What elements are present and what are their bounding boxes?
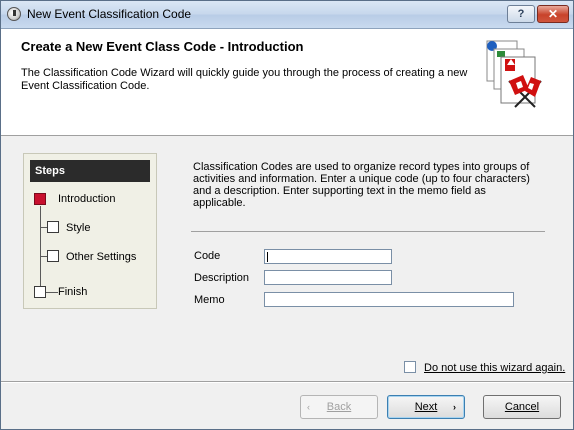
window-title: New Event Classification Code [27, 7, 192, 21]
step-finish-marker [34, 286, 46, 298]
description-field[interactable] [264, 270, 392, 285]
content-divider [191, 231, 545, 232]
title-bar: New Event Classification Code ? ✕ [1, 1, 573, 29]
step-introduction-marker [34, 193, 46, 205]
close-button[interactable]: ✕ [537, 5, 569, 23]
memo-field[interactable] [264, 292, 514, 307]
page-description: The Classification Code Wizard will quic… [21, 67, 468, 92]
back-button[interactable]: ‹ Back [300, 395, 378, 419]
step-introduction: Introduction [58, 193, 116, 205]
step-other-settings-marker [47, 250, 59, 262]
step-style: Style [66, 222, 91, 234]
text-caret [267, 252, 268, 262]
app-clock-icon [7, 7, 21, 21]
steps-connector [40, 206, 41, 293]
dont-use-wizard-label[interactable]: Do not use this wizard again. [424, 362, 565, 374]
next-arrow-icon: › [453, 402, 456, 412]
code-field[interactable] [264, 249, 392, 264]
steps-panel: Steps Introduction Style Other Settings … [23, 153, 157, 309]
description-label: Description [194, 272, 250, 284]
step-other-settings: Other Settings [66, 251, 137, 263]
event-flags-icon [486, 40, 542, 108]
wizard-header: Create a New Event Class Code - Introduc… [1, 29, 573, 136]
steps-heading: Steps [30, 160, 150, 182]
step-style-marker [47, 221, 59, 233]
page-title: Create a New Event Class Code - Introduc… [21, 39, 304, 54]
help-button[interactable]: ? [507, 5, 535, 23]
cancel-button[interactable]: Cancel [483, 395, 561, 419]
next-button[interactable]: Next › [387, 395, 465, 419]
back-arrow-icon: ‹ [307, 402, 310, 412]
dont-use-wizard-checkbox[interactable] [404, 361, 416, 373]
memo-label: Memo [194, 294, 225, 306]
wizard-window: New Event Classification Code ? ✕ Create… [0, 0, 574, 430]
code-label: Code [194, 250, 221, 262]
step-finish: Finish [58, 286, 88, 298]
instructions-text: Classification Codes are used to organiz… [193, 161, 530, 209]
